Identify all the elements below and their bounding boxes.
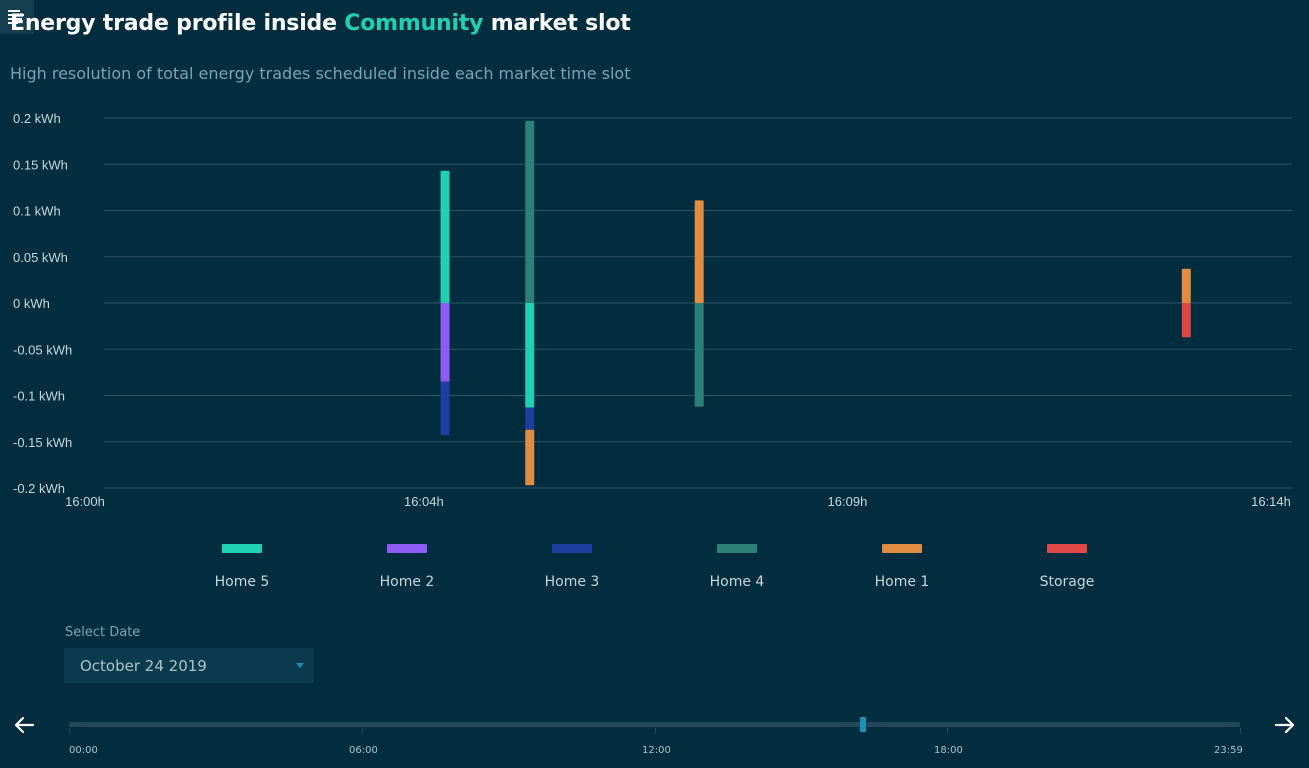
timeline-tick [1240,728,1241,734]
arrow-right-icon [1274,716,1295,734]
legend-label: Home 3 [544,574,600,590]
timeline-tick [362,728,363,734]
timeline-tick [655,728,656,734]
date-select[interactable]: October 24 2019 [64,648,314,683]
timeline-tick-label: 23:59 [1214,745,1243,756]
chevron-down-icon [296,663,304,668]
y-tick-label: -0.1 kWh [13,389,65,404]
bar-segment [525,120,535,304]
legend-swatch [222,544,262,553]
legend-label: Home 5 [214,574,270,590]
timeline-handle[interactable] [860,717,866,732]
y-tick-label: 0.05 kWh [13,250,68,265]
title-accent: Community [344,11,484,36]
date-picker-label: Select Date [65,625,141,640]
timeline-tick-label: 06:00 [349,745,378,756]
x-tick-label: 16:14h [1251,494,1291,509]
y-tick-label: 0.15 kWh [13,157,68,172]
bar-segment [694,303,704,407]
bar-segment [1181,303,1191,338]
bar-segment [440,170,450,303]
legend-item[interactable]: Home 1 [842,540,962,590]
title-suffix: market slot [483,11,631,36]
bar-segment [525,407,535,430]
legend-item[interactable]: Home 4 [677,540,797,590]
y-tick-label: -0.05 kWh [13,342,72,357]
title-prefix: Energy trade profile inside [10,11,345,36]
bar-segment [694,200,704,303]
legend-swatch [1047,544,1087,553]
x-tick-label: 16:09h [828,494,868,509]
legend-label: Home 4 [709,574,765,590]
timeline-tick-label: 00:00 [69,745,98,756]
legend-item[interactable]: Home 3 [512,540,632,590]
legend-swatch [717,544,757,553]
prev-date-button[interactable] [12,713,36,737]
timeline-tick-label: 18:00 [934,745,963,756]
y-tick-label: -0.15 kWh [13,435,72,450]
legend-label: Storage [1039,574,1095,590]
timeline-tick [69,728,70,734]
timeline-tick [947,728,948,734]
legend-swatch [882,544,922,553]
timeline-slider[interactable] [69,722,1240,727]
x-tick-label: 16:04h [404,494,444,509]
date-select-value: October 24 2019 [80,657,207,675]
next-date-button[interactable] [1273,713,1297,737]
x-tick-label: 16:00h [65,494,105,509]
bar-segment [440,303,450,382]
bar-segment [1181,268,1191,303]
y-tick-label: 0 kWh [13,296,50,311]
bar-segment [440,381,450,436]
y-tick-label: 0.2 kWh [13,111,61,126]
energy-trade-chart: 0.2 kWh 0.15 kWh 0.1 kWh 0.05 kWh 0 kWh -0.05… [13,111,1292,509]
chart-legend: Home 5 Home 2 Home 3 Home 4 Home 1 Storage [0,540,1309,600]
y-tick-label: 0.1 kWh [13,204,61,219]
timeline-tick-label: 12:00 [642,745,671,756]
legend-item[interactable]: Storage [1007,540,1127,590]
y-tick-label: -0.2 kWh [13,481,65,496]
bar-segment [525,303,535,408]
arrow-left-icon [14,716,35,734]
legend-swatch [552,544,592,553]
legend-item[interactable]: Home 5 [182,540,302,590]
page-subtitle: High resolution of total energy trades s… [10,64,631,83]
bar-segment [525,429,535,486]
page-title: Energy trade profile inside Community ma… [10,11,631,36]
legend-swatch [387,544,427,553]
legend-item[interactable]: Home 2 [347,540,467,590]
legend-label: Home 1 [874,574,930,590]
legend-label: Home 2 [379,574,435,590]
